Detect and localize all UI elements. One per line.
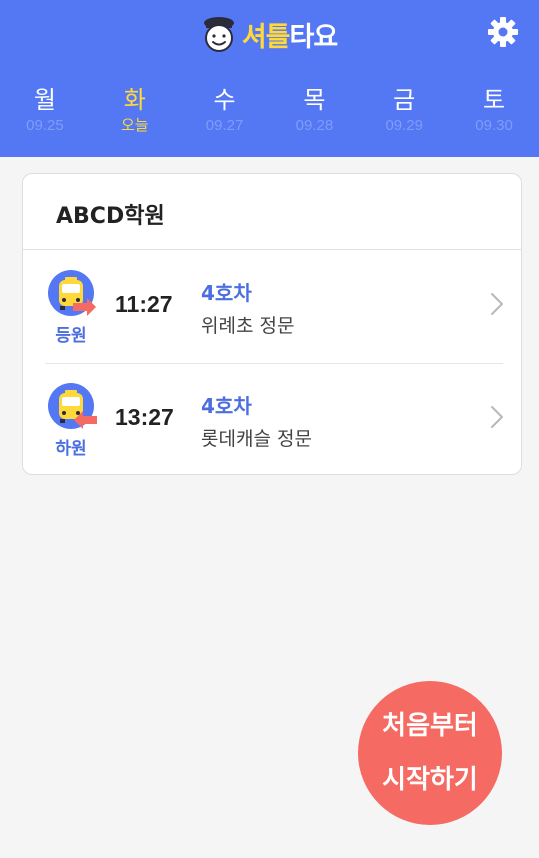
weekday-tabs: 월 09.25 화 오늘 수 09.27 목 09.28 금 09.29 토 0…	[0, 84, 539, 144]
restart-button[interactable]: 처음부터 시작하기	[358, 681, 502, 825]
tab-day-wed[interactable]: 수 09.27	[180, 84, 270, 144]
day-name: 목	[303, 86, 326, 114]
schedule-row-departure[interactable]: 하원 13:27 4호차 롯데캐슬 정문	[23, 364, 521, 474]
brand-name-part1: 셔틀	[241, 21, 291, 53]
day-date: 09.27	[205, 117, 244, 134]
day-name: 화	[123, 86, 146, 114]
day-date: 09.28	[295, 117, 334, 134]
ride-type-label: 하원	[55, 439, 87, 459]
vehicle-number: 4호차	[201, 394, 252, 418]
card-divider	[23, 249, 521, 250]
pickup-time: 11:27	[115, 291, 173, 317]
restart-button-line2: 시작하기	[382, 765, 478, 795]
chevron-right-icon	[491, 293, 503, 315]
tab-day-fri[interactable]: 금 09.29	[359, 84, 449, 144]
bus-badge: 등원	[45, 269, 101, 347]
restart-button-line1: 처음부터	[382, 711, 478, 741]
day-date: 09.29	[385, 117, 423, 134]
tab-day-thu[interactable]: 목 09.28	[269, 84, 359, 144]
bus-arrow-right-icon	[48, 270, 96, 316]
tab-day-sat[interactable]: 토 09.30	[449, 84, 539, 144]
app-brand: 셔틀 타요	[0, 12, 539, 56]
day-name: 수	[213, 86, 236, 114]
ride-type-label: 등원	[55, 326, 87, 346]
day-today-label: 오늘	[120, 117, 149, 134]
day-name: 토	[483, 86, 506, 114]
day-name: 금	[393, 86, 416, 114]
schedule-row-arrival[interactable]: 등원 11:27 4호차 위례초 정문	[23, 251, 521, 361]
pickup-time: 13:27	[115, 404, 174, 430]
academy-card: ABCD학원 등원 11:27 4호차 위례초 정문 하원 13:27 4호차 …	[22, 173, 522, 475]
stop-name: 위례초 정문	[201, 315, 295, 337]
day-name: 월	[33, 86, 56, 114]
day-date: 09.25	[26, 117, 64, 134]
day-date: 09.30	[475, 117, 513, 134]
driver-mascot-icon	[203, 17, 234, 52]
chevron-right-icon	[491, 406, 503, 428]
bus-arrow-left-icon	[48, 383, 97, 429]
gear-icon[interactable]	[487, 16, 519, 48]
stop-name: 롯데캐슬 정문	[201, 428, 312, 450]
app-header: 셔틀 타요 월 09.25 화 오늘 수 09.27 목 09.28 금 09.…	[0, 0, 539, 157]
academy-name: ABCD학원	[56, 204, 165, 229]
brand-name-part2: 타요	[289, 21, 339, 53]
tab-day-tue[interactable]: 화 오늘	[90, 84, 180, 144]
bus-badge: 하원	[45, 382, 101, 460]
vehicle-number: 4호차	[201, 281, 252, 305]
tab-day-mon[interactable]: 월 09.25	[0, 84, 90, 144]
